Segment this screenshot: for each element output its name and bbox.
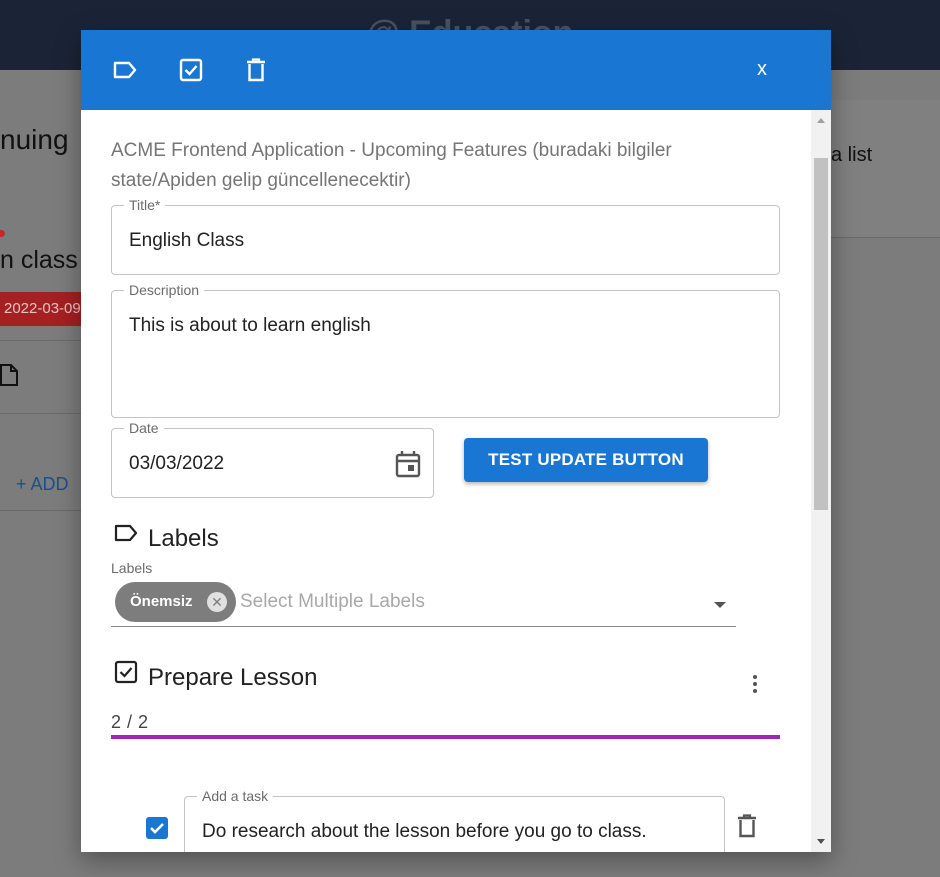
test-update-button[interactable]: TEST UPDATE BUTTON: [464, 438, 708, 482]
task-field-label: Add a task: [197, 788, 274, 804]
divider: [0, 340, 81, 341]
close-button[interactable]: x: [749, 54, 775, 84]
checklist-progress-text: 2 / 2: [111, 712, 149, 732]
label-chip-text: Önemsiz: [130, 593, 193, 610]
description-field-value[interactable]: This is about to learn english: [129, 315, 371, 337]
scroll-up-arrow-icon[interactable]: [817, 118, 825, 123]
card-text: a list: [831, 144, 873, 166]
title-field-value[interactable]: English Class: [129, 230, 244, 252]
label-icon[interactable]: [111, 56, 139, 84]
labels-select-placeholder[interactable]: Select Multiple Labels: [240, 591, 425, 613]
dialog-body: ACME Frontend Application - Upcoming Fea…: [81, 110, 811, 852]
labels-section-title: Labels: [148, 525, 219, 552]
scrollbar[interactable]: [811, 110, 831, 852]
trash-icon[interactable]: [242, 56, 270, 84]
divider: [0, 413, 81, 414]
add-button[interactable]: + ADD: [16, 474, 69, 495]
task-text[interactable]: Do research about the lesson before you …: [202, 821, 647, 843]
card-subtitle: n class: [0, 246, 78, 274]
intro-text: ACME Frontend Application - Upcoming Fea…: [111, 140, 672, 191]
task-input-field[interactable]: Add a task Do research about the lesson …: [184, 788, 725, 852]
scroll-down-arrow-icon[interactable]: [817, 839, 825, 844]
checklist-title: Prepare Lesson: [148, 664, 318, 691]
edit-card-dialog: x ACME Frontend Application - Upcoming F…: [81, 30, 831, 852]
label-chip[interactable]: Önemsiz ✕: [115, 582, 236, 622]
checklist-progress-fill: [111, 735, 780, 739]
trash-icon[interactable]: [737, 814, 757, 843]
date-field-value[interactable]: 03/03/2022: [129, 453, 224, 475]
title-field[interactable]: Title* English Class: [111, 197, 780, 275]
dialog-toolbar: x: [81, 30, 831, 110]
card-title: nuing: [0, 124, 69, 155]
date-field[interactable]: Date 03/03/2022: [111, 420, 434, 498]
checkbox-icon[interactable]: [177, 56, 205, 84]
description-field-label: Description: [124, 282, 205, 298]
document-icon: [0, 364, 18, 391]
scrollbar-thumb[interactable]: [814, 158, 828, 510]
date-badge: 2022-03-09: [0, 292, 81, 326]
checklist-progress-bar: [111, 735, 780, 739]
task-checkbox[interactable]: [146, 817, 168, 839]
label-icon: [113, 523, 139, 548]
date-field-label: Date: [124, 420, 164, 436]
checkbox-icon: [114, 660, 138, 689]
description-field[interactable]: Description This is about to learn engli…: [111, 282, 780, 418]
background-card-right: [831, 100, 940, 238]
chip-remove-icon[interactable]: ✕: [207, 592, 227, 612]
labels-select-underline: [111, 626, 736, 627]
divider: [0, 510, 81, 511]
dropdown-arrow-icon[interactable]: [714, 602, 726, 608]
calendar-icon[interactable]: [395, 450, 421, 483]
labels-select-label: Labels: [111, 560, 153, 576]
more-options-icon[interactable]: [741, 670, 769, 698]
title-field-label: Title*: [124, 197, 166, 213]
